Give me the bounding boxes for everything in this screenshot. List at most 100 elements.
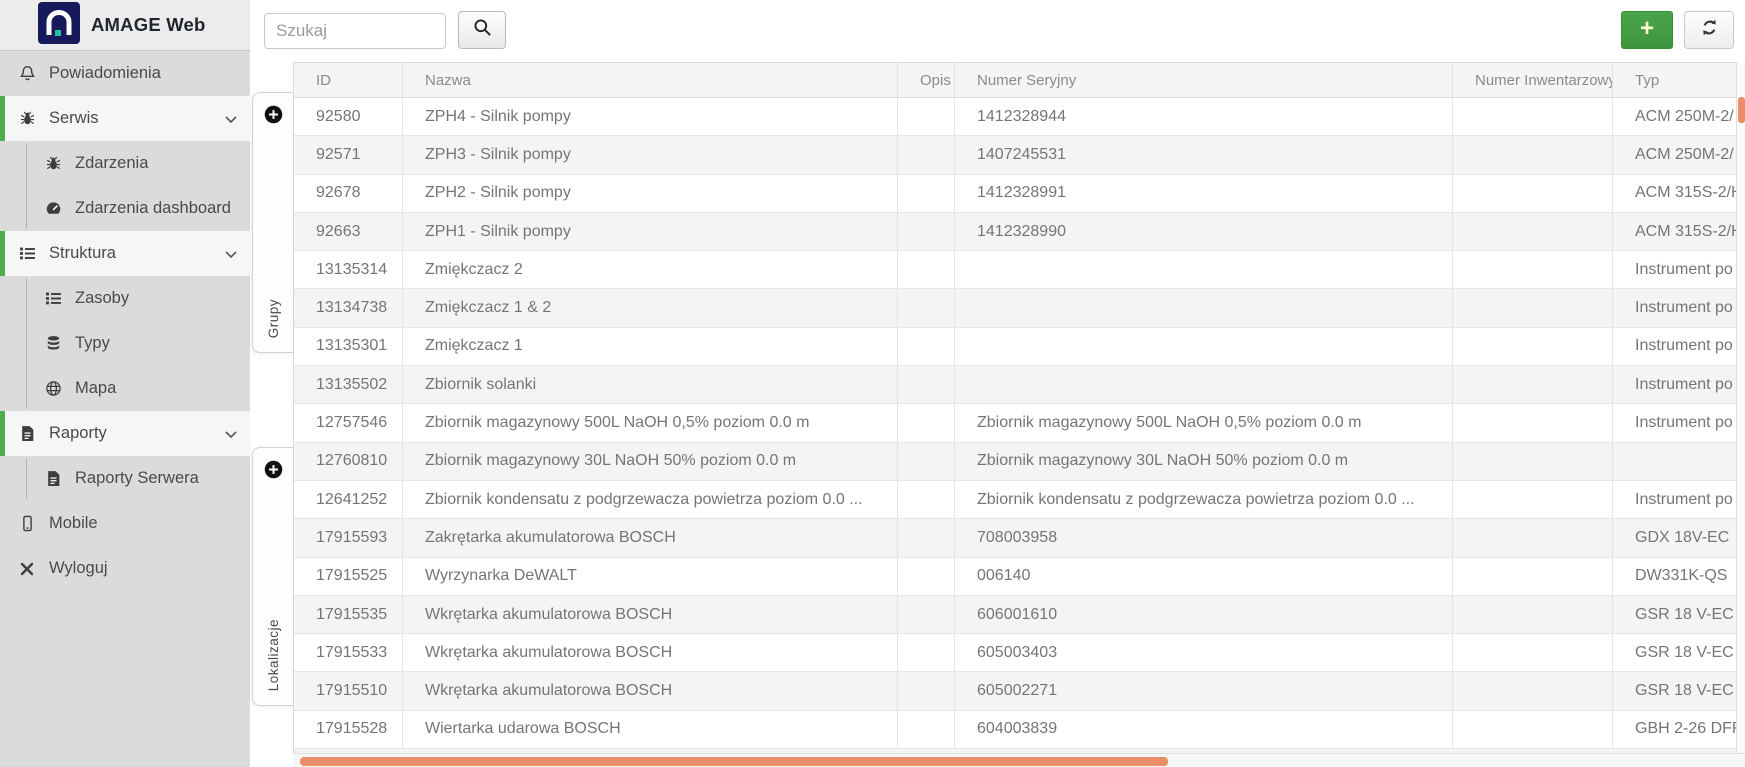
- sidebar-item-label: Mapa: [75, 379, 117, 397]
- cell-opis: [898, 480, 955, 519]
- cell-id: 17915528: [294, 710, 403, 749]
- cell-opis: [898, 442, 955, 480]
- globe-icon: [44, 380, 62, 398]
- sidebar-item-mapa[interactable]: Mapa: [0, 366, 250, 411]
- horizontal-scrollbar-thumb[interactable]: [300, 757, 1168, 766]
- cell-typ: DW331K-QS: [1635, 567, 1728, 585]
- cell-numer-seryjny: 1412328944: [955, 98, 1453, 136]
- horizontal-scrollbar[interactable]: [293, 753, 1745, 767]
- sidebar-item-powiadomienia[interactable]: Powiadomienia: [0, 51, 250, 96]
- cell-numer-seryjny: [955, 251, 1453, 289]
- column-header-typ[interactable]: Typ: [1613, 63, 1745, 97]
- vertical-scrollbar-thumb[interactable]: [1738, 97, 1745, 123]
- dashboard-icon: [44, 200, 62, 218]
- bell-icon: [18, 65, 36, 83]
- table-row[interactable]: 92571 ZPH3 - Silnik pompy 1407245531 ACM 25…: [294, 136, 1745, 175]
- vertical-scrollbar[interactable]: [1736, 62, 1745, 753]
- cell-id: 92571: [294, 136, 403, 174]
- circle-plus-icon[interactable]: [264, 460, 283, 484]
- cell-typ: GSR 18 V-EC: [1635, 605, 1734, 623]
- table-row[interactable]: 13135314 Zmiękczacz 2 Instrument po: [294, 251, 1745, 290]
- table-row[interactable]: 17915528 Wiertarka udarowa BOSCH 604003839…: [294, 710, 1745, 750]
- column-header-id[interactable]: ID: [294, 63, 403, 97]
- sidebar-item-zdarzenia-dashboard[interactable]: Zdarzenia dashboard: [0, 186, 250, 231]
- cell-id: 13135314: [294, 251, 403, 289]
- cell-typ: ACM 250M-2/: [1635, 145, 1734, 163]
- table-row[interactable]: 92678 ZPH2 - Silnik pompy 1412328991 ACM 31…: [294, 174, 1745, 213]
- column-header-numer-inwentarzowy[interactable]: Numer Inwentarzowy: [1453, 63, 1613, 97]
- tab-grupy[interactable]: Grupy: [252, 92, 293, 353]
- cell-numer-seryjny: 1407245531: [955, 136, 1453, 174]
- table-row[interactable]: 17915533 Wkrętarka akumulatorowa BOSCH 605…: [294, 634, 1745, 673]
- cell-opis: [898, 634, 955, 672]
- sidebar-item-struktura[interactable]: Struktura: [0, 231, 250, 276]
- magnifier-icon: [473, 18, 492, 42]
- table-row[interactable]: 12641252 Zbiornik kondensatu z podgrzewac…: [294, 480, 1745, 520]
- cell-typ: GDX 18V-EC: [1635, 528, 1730, 546]
- cell-numer-seryjny: 605003403: [955, 634, 1453, 672]
- cell-numer-inwentarzowy: [1453, 366, 1613, 404]
- cell-numer-inwentarzowy: [1453, 98, 1613, 136]
- table-row[interactable]: 12757546 Zbiornik magazynowy 500L NaOH 0,…: [294, 404, 1745, 443]
- table-header: ID Nazwa Opis Numer Seryjny Numer Inwent…: [294, 63, 1745, 98]
- sidebar-item-wyloguj[interactable]: Wyloguj: [0, 546, 250, 591]
- table-row[interactable]: 17915535 Wkrętarka akumulatorowa BOSCH 606…: [294, 595, 1745, 635]
- sidebar-item-label: Zasoby: [75, 289, 130, 307]
- bug-icon: [44, 155, 62, 173]
- table-row[interactable]: 92580 ZPH4 - Silnik pompy 1412328944 ACM 25…: [294, 98, 1745, 137]
- cell-typ: Instrument po: [1635, 337, 1733, 355]
- cell-opis: [898, 251, 955, 289]
- cell-opis: [898, 404, 955, 442]
- cell-numer-seryjny: Zbiornik kondensatu z podgrzewacza powie…: [955, 480, 1453, 519]
- search-button[interactable]: [458, 11, 506, 49]
- cell-id: 17915593: [294, 519, 403, 557]
- cell-typ: Instrument po: [1635, 260, 1733, 278]
- sidebar-item-typy[interactable]: Typy: [0, 321, 250, 366]
- cell-opis: [898, 327, 955, 366]
- sidebar-item-serwis[interactable]: Serwis: [0, 96, 250, 141]
- struktura-submenu: Zasoby Typy Mapa: [0, 276, 250, 411]
- cell-id: 92580: [294, 98, 403, 136]
- cell-numer-inwentarzowy: [1453, 136, 1613, 174]
- list-icon: [44, 290, 62, 308]
- table-row[interactable]: 17915525 Wyrzynarka DeWALT 006140 DW331K-QS: [294, 557, 1745, 596]
- cell-typ: [1613, 443, 1745, 480]
- column-header-nazwa[interactable]: Nazwa: [403, 63, 898, 97]
- cell-id: 17915533: [294, 634, 403, 672]
- cell-nazwa: Zbiornik kondensatu z podgrzewacza powie…: [403, 480, 898, 519]
- plus-icon: +: [1639, 15, 1654, 42]
- list-icon: [18, 245, 36, 263]
- cell-numer-inwentarzowy: [1453, 634, 1613, 672]
- table-row[interactable]: 13135301 Zmiękczacz 1 Instrument po: [294, 327, 1745, 367]
- table-row[interactable]: 13135502 Zbiornik solanki Instrument po: [294, 366, 1745, 405]
- cell-numer-inwentarzowy: [1453, 710, 1613, 749]
- cell-nazwa: ZPH2 - Silnik pompy: [403, 174, 898, 212]
- cell-nazwa: Zbiornik magazynowy 30L NaOH 50% poziom …: [403, 442, 898, 480]
- table-row[interactable]: 17915510 Wkrętarka akumulatorowa BOSCH 605…: [294, 672, 1745, 711]
- sidebar-item-zdarzenia[interactable]: Zdarzenia: [0, 141, 250, 186]
- sidebar-item-label: Raporty Serwera: [75, 469, 199, 487]
- column-header-numer-seryjny[interactable]: Numer Seryjny: [955, 63, 1453, 97]
- table-row[interactable]: 92663 ZPH1 - Silnik pompy 1412328990 ACM 31…: [294, 212, 1745, 252]
- file-icon: [18, 425, 36, 443]
- sidebar-item-zasoby[interactable]: Zasoby: [0, 276, 250, 321]
- circle-plus-icon[interactable]: [264, 105, 283, 129]
- cell-opis: [898, 557, 955, 595]
- sidebar: AMAGE Web Powiadomienia Serwis Zdarzenia…: [0, 0, 250, 767]
- raporty-submenu: Raporty Serwera: [0, 456, 250, 501]
- sidebar-item-mobile[interactable]: Mobile: [0, 501, 250, 546]
- table-row[interactable]: 12760810 Zbiornik magazynowy 30L NaOH 50%…: [294, 442, 1745, 481]
- sidebar-item-raporty[interactable]: Raporty: [0, 411, 250, 456]
- cell-nazwa: Zmiękczacz 1 & 2: [403, 289, 898, 327]
- tab-lokalizacje[interactable]: Lokalizacje: [252, 447, 293, 706]
- table-body: 92580 ZPH4 - Silnik pompy 1412328944 ACM 25…: [294, 98, 1745, 753]
- column-header-opis[interactable]: Opis: [898, 63, 955, 97]
- add-button[interactable]: +: [1621, 11, 1673, 49]
- table-row[interactable]: 13134738 Zmiękczacz 1 & 2 Instrument po: [294, 289, 1745, 328]
- sidebar-item-raporty-serwera[interactable]: Raporty Serwera: [0, 456, 250, 501]
- table-row[interactable]: 17915593 Zakrętarka akumulatorowa BOSCH 70…: [294, 519, 1745, 558]
- refresh-button[interactable]: [1684, 11, 1734, 49]
- cell-numer-seryjny: 006140: [955, 557, 1453, 595]
- search-input[interactable]: [264, 13, 446, 49]
- cell-nazwa: Zbiornik solanki: [403, 366, 898, 404]
